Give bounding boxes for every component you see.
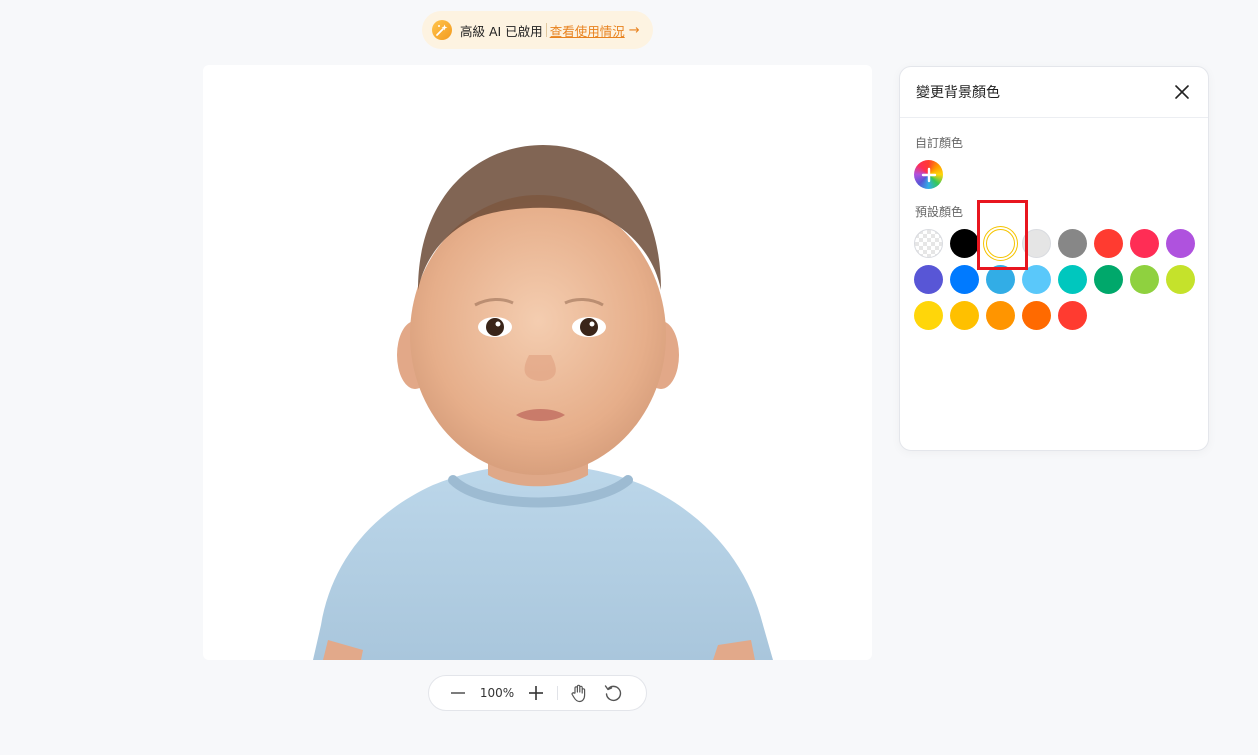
arrow-right-icon[interactable]: → — [629, 23, 640, 38]
baby-portrait-image — [313, 145, 773, 660]
color-swatch-red[interactable] — [1094, 229, 1123, 258]
ai-status-banner: 高級 AI 已啟用 查看使用情況 → — [422, 11, 653, 49]
color-swatch-yellow[interactable] — [914, 301, 943, 330]
color-swatch-yellow-green[interactable] — [1166, 265, 1195, 294]
sparkle-wand-icon — [432, 20, 452, 40]
reset-view-button[interactable] — [596, 679, 630, 707]
hand-icon — [571, 684, 586, 703]
custom-color-label: 自訂顏色 — [915, 136, 964, 150]
panel-header: 變更背景顏色 — [900, 67, 1208, 118]
color-swatch-black[interactable] — [950, 229, 979, 258]
toolbar-divider — [557, 686, 558, 700]
add-custom-color-button[interactable] — [914, 160, 943, 189]
zoom-out-button[interactable] — [441, 679, 475, 707]
color-swatch-sky-blue[interactable] — [986, 265, 1015, 294]
banner-divider — [545, 23, 547, 37]
background-color-panel: 變更背景顏色 自訂顏色 預設顏色 — [899, 66, 1209, 451]
photo-canvas[interactable] — [203, 65, 872, 660]
color-swatch-purple[interactable] — [1166, 229, 1195, 258]
color-swatch-green[interactable] — [1094, 265, 1123, 294]
color-swatch-teal[interactable] — [1058, 265, 1087, 294]
color-swatch-gray[interactable] — [1058, 229, 1087, 258]
preset-color-grid — [914, 229, 1204, 330]
color-swatch-blue[interactable] — [950, 265, 979, 294]
plus-icon — [921, 167, 936, 182]
rotate-ccw-icon — [604, 685, 622, 702]
close-button[interactable] — [1172, 82, 1192, 102]
zoom-toolbar: 100% — [428, 675, 647, 711]
ai-status-label: 高級 AI 已啟用 — [460, 23, 543, 39]
color-swatch-lime-green[interactable] — [1130, 265, 1159, 294]
color-swatch-amber[interactable] — [950, 301, 979, 330]
color-swatch-light-gray[interactable] — [1022, 229, 1051, 258]
color-swatch-dark-orange[interactable] — [1022, 301, 1051, 330]
color-swatch-vermilion[interactable] — [1058, 301, 1087, 330]
zoom-in-button[interactable] — [519, 679, 553, 707]
preset-color-label: 預設顏色 — [915, 205, 964, 219]
color-swatch-transparent[interactable] — [914, 229, 943, 258]
pan-button[interactable] — [562, 679, 596, 707]
close-icon — [1175, 85, 1189, 99]
zoom-level: 100% — [479, 686, 515, 700]
view-usage-link[interactable]: 查看使用情況 — [550, 21, 625, 40]
minus-icon — [451, 692, 465, 694]
panel-title: 變更背景顏色 — [916, 85, 1000, 101]
color-swatch-orange[interactable] — [986, 301, 1015, 330]
color-swatch-white[interactable] — [986, 229, 1015, 258]
plus-icon — [529, 686, 543, 700]
color-swatch-indigo[interactable] — [914, 265, 943, 294]
color-swatch-pink-red[interactable] — [1130, 229, 1159, 258]
color-swatch-light-blue[interactable] — [1022, 265, 1051, 294]
